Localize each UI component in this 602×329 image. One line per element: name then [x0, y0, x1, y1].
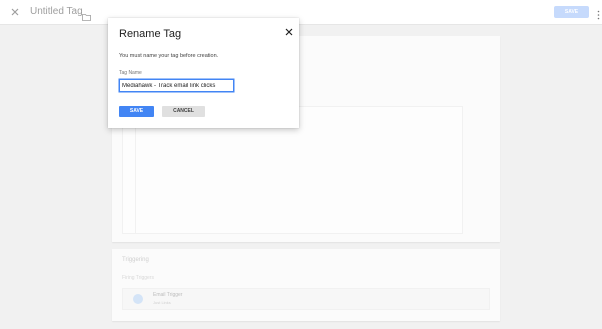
tag-name-input[interactable]	[119, 79, 234, 92]
tag-name-label: Tag Name	[119, 70, 142, 76]
triggering-panel: Triggering Firing Triggers Email Trigger…	[112, 249, 500, 321]
more-vert-icon[interactable]	[597, 7, 600, 20]
trigger-icon	[133, 294, 143, 304]
close-icon[interactable]	[9, 6, 21, 18]
trigger-type: Just Links	[153, 300, 171, 305]
firing-triggers-label: Firing Triggers	[122, 275, 154, 281]
trigger-row[interactable]: Email Trigger Just Links	[122, 288, 490, 310]
rename-tag-dialog: Rename Tag You must name your tag before…	[108, 18, 299, 128]
dialog-message: You must name your tag before creation.	[119, 53, 219, 59]
folder-icon[interactable]	[82, 8, 91, 21]
dialog-title: Rename Tag	[119, 28, 182, 40]
tag-title[interactable]: Untitled Tag	[30, 6, 83, 17]
save-button[interactable]: SAVE	[554, 6, 589, 18]
triggering-heading: Triggering	[122, 257, 149, 263]
dialog-cancel-button[interactable]: CANCEL	[162, 106, 205, 117]
trigger-name: Email Trigger	[153, 292, 183, 298]
dialog-save-button[interactable]: SAVE	[119, 106, 154, 117]
top-bar: Untitled Tag SAVE	[0, 0, 602, 25]
close-icon[interactable]	[284, 24, 294, 36]
